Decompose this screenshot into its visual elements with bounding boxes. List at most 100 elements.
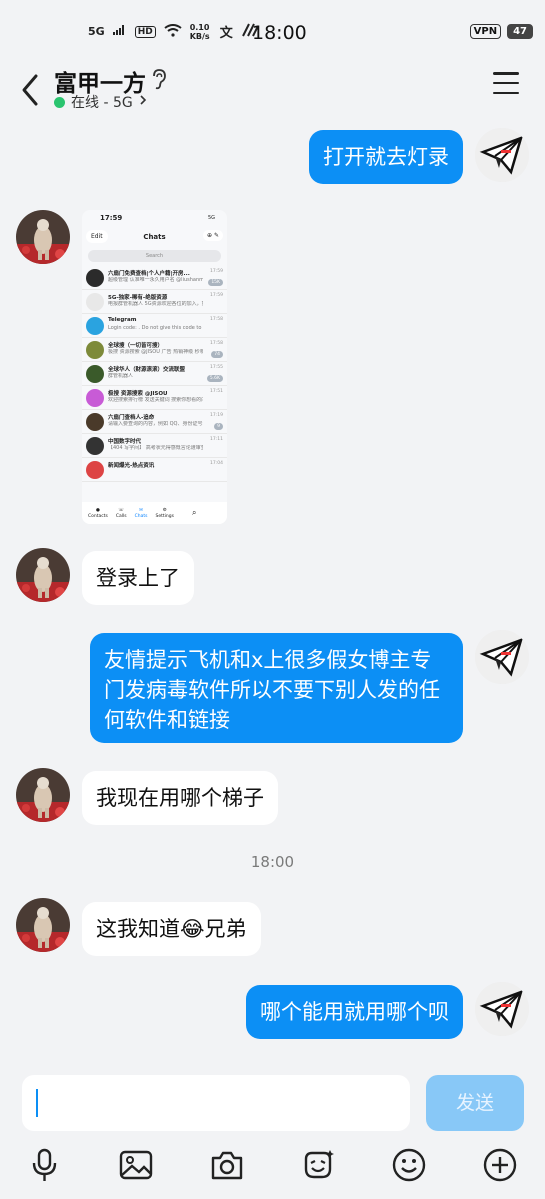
sticker-icon[interactable] [300,1147,336,1183]
message-bubble-sent[interactable]: 哪个能用就用哪个呗 [246,985,463,1039]
message-list[interactable]: 打开就去灯录 17:59 5G Edit Chats ⊕ ✎ Search 六扇… [0,120,545,1070]
message-text: 登录上了 [96,566,180,590]
shot-chat-preview: 请输入要查询的内容，例如 QQ、身份证号、手机号、姓名等 [108,421,203,427]
ear-icon[interactable] [150,68,168,94]
send-button[interactable]: 发送 [426,1075,524,1131]
shot-chat-time: 17:04 [210,461,223,466]
status-left: 5G HD 0.10 KB/s 文 [88,22,259,41]
online-status[interactable]: 在线 - 5G [54,92,147,112]
shot-chat-row: 5G-独家-稀有-绝版资源电报群管机器人 5G资源欢迎各位的加入，如需购买请私信… [82,290,227,314]
hd-badge: HD [134,25,156,38]
shot-chat-row: 六扇门免费查档|个人户籍|开房... 超级管理 认准唯一永久用户名 @liusha… [82,266,227,290]
shot-chat-preview: Login code: . Do not give this code to a… [108,325,203,331]
shot-tab-bar: ● Contacts ☏ Calls ✉ Chats ⚙ Settings ⌕ [82,502,227,524]
shot-chat-preview: 【404 写字间】 高考状元得感慨言论遭审查，其微博粉丝称... [108,445,203,451]
chat-header: 富甲一方 在线 - 5G [0,60,545,122]
message-input[interactable] [22,1075,410,1131]
message-text: 友情提示飞机和x上很多假女博主专门发病毒软件所以不要下别人发的任何软件和链接 [104,648,440,732]
contact-avatar[interactable] [16,210,70,264]
message-bubble-received[interactable]: 登录上了 [82,551,194,605]
message-timestamp: 18:00 [250,853,295,871]
shot-tab-label: Chats [134,513,148,519]
menu-button[interactable] [493,72,519,94]
my-avatar[interactable] [475,630,529,684]
shot-header: Edit Chats ⊕ ✎ [82,226,227,248]
shot-chat-name: 新闻爆光-热点资讯 [108,463,155,469]
message-bubble-sent[interactable]: 友情提示飞机和x上很多假女博主专门发病毒软件所以不要下别人发的任何软件和链接 [90,633,463,743]
shot-chat-time: 17:58 [210,341,223,346]
contact-avatar[interactable] [16,898,70,952]
compose-icon: ⊕ ✎ [203,230,223,241]
shot-tab: ☏ Calls [115,507,127,519]
shot-chat-avatar [86,389,104,407]
emoji-icon[interactable] [391,1147,427,1183]
shot-status-bar: 17:59 5G [82,210,227,226]
microphone-icon[interactable] [27,1147,63,1183]
shot-chat-name: 六扇门免费查档|个人户籍|开房... [108,271,190,277]
network-type: 5G [88,25,105,38]
shot-chat-name: 中国数字时代 [108,439,142,445]
shot-chat-time: 17:11 [210,437,223,442]
message-bubble-received[interactable]: 这我知道😂兄弟 [82,902,261,956]
menu-line [493,72,519,75]
status-bar: 5G HD 0.10 KB/s 文 18:00 VPN 47 [0,0,545,64]
shot-chat-avatar [86,317,104,335]
camera-icon[interactable] [209,1147,245,1183]
shot-chat-avatar [86,437,104,455]
shot-chat-time: 17:19 [210,413,223,418]
shot-chat-preview: 欢迎搜索排行榜 发送关键词 搜索你想看的内容 [108,397,203,403]
shot-chat-preview: 极搜 资源搜索 @JISOU 广告 热销神级 秒拿1000万 [108,349,203,355]
contact-avatar[interactable] [16,768,70,822]
shot-chat-name: 六扇门查档人-追命 [108,415,155,421]
plus-icon[interactable] [482,1147,518,1183]
shot-chat-name: 5G-独家-稀有-绝版资源 [108,295,168,301]
shot-unread-badge: 5.6K [206,375,223,382]
online-dot [54,96,65,108]
clock: 18:00 [252,22,307,44]
chevron-right-icon [139,94,147,110]
shot-tab-label: Settings [155,513,174,519]
shot-search-icon: ⌕ [191,508,197,517]
message-bubble-sent[interactable]: 打开就去灯录 [309,130,463,184]
shot-chat-avatar [86,269,104,287]
my-avatar[interactable] [475,982,529,1036]
input-bar: 发送 [0,1066,545,1146]
message-text: 这我知道😂兄弟 [96,917,247,941]
shot-unread-badge: 9 [214,423,223,430]
shot-chat-time: 17:55 [210,365,223,370]
shot-network: 5G [207,215,215,221]
my-avatar[interactable] [475,128,529,182]
shot-search: Search [88,250,221,262]
app-notification-icon: 文 [219,26,233,41]
shot-chat-time: 17:59 [210,269,223,274]
shot-chat-row: 六扇门查档人-追命请输入要查询的内容，例如 QQ、身份证号、手机号、姓名等 17:… [82,410,227,434]
image-message[interactable]: 17:59 5G Edit Chats ⊕ ✎ Search 六扇门免费查档|个… [82,210,227,524]
message-text: 我现在用哪个梯子 [96,786,264,810]
vpn-badge: VPN [469,24,502,39]
shot-chat-time: 17:51 [210,389,223,394]
message-bubble-received[interactable]: 我现在用哪个梯子 [82,771,278,825]
wifi-icon [164,23,182,40]
shot-time: 17:59 [100,214,123,222]
shot-chat-name: Telegram [108,317,137,323]
shot-unread-badge: 15K [208,279,223,286]
shot-chat-time: 17:58 [210,317,223,322]
shot-chat-time: 17:59 [210,293,223,298]
menu-line [493,81,519,85]
shot-chat-preview: 电报群管机器人 5G资源欢迎各位的加入，如需购买请私信下方... [108,301,203,307]
signal-icon [112,25,127,38]
shot-tab-label: Calls [115,513,127,519]
contact-avatar[interactable] [16,548,70,602]
menu-line [493,91,519,94]
image-icon[interactable] [118,1147,154,1183]
shot-chat-row: 中国数字时代【404 写字间】 高考状元得感慨言论遭审查，其微博粉丝称... 17… [82,434,227,458]
shot-chat-avatar [86,413,104,431]
shot-chat-row: Telegram Login code: . Do not give this c… [82,314,227,338]
input-toolbar [0,1140,545,1199]
shot-chat-avatar [86,293,104,311]
shot-chat-avatar [86,341,104,359]
shot-tab: ✉ Chats [134,507,148,519]
shot-chat-row: 新闻爆光-热点资讯 17:04 [82,458,227,482]
back-button[interactable] [18,68,48,108]
online-text: 在线 - 5G [71,95,133,111]
